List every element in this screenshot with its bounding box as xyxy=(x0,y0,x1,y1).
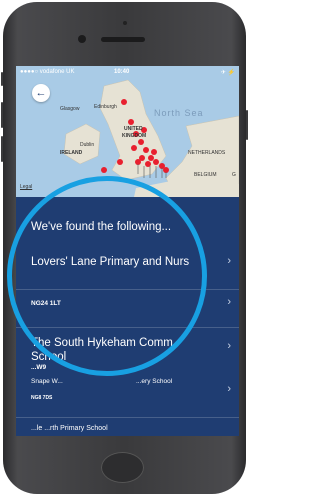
result-row[interactable]: Snape W... ...ery School NG8 7DS › xyxy=(16,378,239,417)
silent-switch xyxy=(1,72,3,86)
volume-down-button xyxy=(1,136,3,162)
chevron-right-icon: › xyxy=(227,255,231,267)
phone-frame: ●●●●○ vodafone UK 10:40 ✈ ⚡ Glasgow Edin… xyxy=(1,2,248,494)
map-label-belgium: BELGIUM xyxy=(194,172,217,178)
status-bar: ●●●●○ vodafone UK 10:40 ✈ ⚡ xyxy=(16,66,239,80)
chevron-right-icon: › xyxy=(227,296,231,308)
result-row[interactable]: ...le ...rth Primary School xyxy=(16,417,239,436)
earpiece-speaker xyxy=(101,37,145,42)
school-name: The South Hykeham Comm xyxy=(31,337,173,349)
map-label-north-sea: North Sea xyxy=(154,108,204,118)
school-postcode: NG24 1LT xyxy=(31,300,61,307)
chevron-right-icon: › xyxy=(227,383,231,395)
school-name: Lovers' Lane Primary and Nurs xyxy=(31,256,190,268)
chevron-right-icon: › xyxy=(227,340,231,352)
front-camera xyxy=(78,35,86,43)
result-row[interactable]: The South Hykeham Comm School ...W9 › xyxy=(16,327,239,382)
school-name: Snape W... xyxy=(31,378,63,385)
map-label-g: G xyxy=(232,172,236,178)
map-label-ireland: IRELAND xyxy=(60,150,83,156)
volume-up-button xyxy=(1,102,3,128)
arrow-left-icon: ← xyxy=(35,87,47,99)
clock: 10:40 xyxy=(114,69,130,75)
school-postcode: NG8 7DS xyxy=(31,395,53,401)
map-legal-link[interactable]: Legal xyxy=(20,184,32,190)
school-name-tail: ...ery School xyxy=(136,378,173,385)
power-button xyxy=(246,110,248,140)
map-label-kingdom: KINGDOM xyxy=(122,133,147,139)
result-row[interactable]: NG24 1LT › xyxy=(16,289,239,328)
app-screen: ●●●●○ vodafone UK 10:40 ✈ ⚡ Glasgow Edin… xyxy=(16,66,239,436)
map-label-netherlands: NETHERLANDS xyxy=(188,150,226,156)
map-label-dublin: Dublin xyxy=(80,142,95,148)
school-name-line2: School xyxy=(31,351,67,363)
results-heading: We've found the following... xyxy=(31,221,172,233)
result-row[interactable]: Lovers' Lane Primary and Nurs › xyxy=(16,237,239,289)
school-postcode: ...W9 xyxy=(31,364,47,371)
map-label-united: UNITED xyxy=(124,126,143,132)
home-button[interactable] xyxy=(101,452,144,483)
map-label-edinburgh: Edinburgh xyxy=(94,104,117,110)
proximity-sensor xyxy=(123,21,127,25)
school-name: ...le ...rth Primary School xyxy=(31,425,108,432)
map-label-glasgow: Glasgow xyxy=(60,106,80,112)
map-view[interactable]: Glasgow Edinburgh North Sea UNITED KINGD… xyxy=(16,66,239,197)
status-icons: ✈ ⚡ xyxy=(220,70,235,76)
carrier-label: ●●●●○ vodafone UK xyxy=(20,69,75,75)
back-button[interactable]: ← xyxy=(32,84,50,102)
results-panel: We've found the following... Lovers' Lan… xyxy=(16,197,239,436)
